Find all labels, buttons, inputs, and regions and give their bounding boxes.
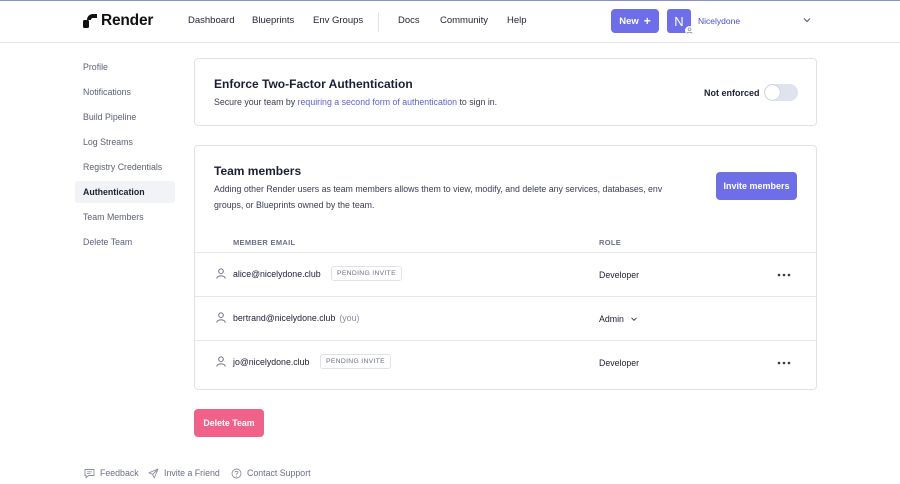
sidebar-item-team-members[interactable]: Team Members xyxy=(75,206,175,228)
invite-friend-link[interactable]: Invite a Friend xyxy=(148,466,220,480)
help-circle-icon xyxy=(231,468,242,478)
team-members-description: Adding other Render users as team member… xyxy=(214,184,663,210)
column-header-email: MEMBER EMAIL xyxy=(233,238,296,247)
new-button[interactable]: New + xyxy=(611,9,659,33)
user-icon xyxy=(216,312,226,323)
nav-help[interactable]: Help xyxy=(507,15,527,26)
nav-blueprints[interactable]: Blueprints xyxy=(252,15,294,26)
sidebar-item-build-pipeline[interactable]: Build Pipeline xyxy=(75,106,175,128)
invite-members-button[interactable]: Invite members xyxy=(716,172,797,200)
invite-friend-label: Invite a Friend xyxy=(164,468,220,478)
two-factor-title: Enforce Two-Factor Authentication xyxy=(214,77,413,91)
role-select[interactable]: Admin xyxy=(599,314,624,324)
sidebar-item-registry-credentials[interactable]: Registry Credentials xyxy=(75,156,175,178)
two-factor-desc-after: to sign in. xyxy=(457,97,498,107)
chevron-down-icon[interactable] xyxy=(802,15,812,25)
sidebar-item-log-streams[interactable]: Log Streams xyxy=(75,131,175,153)
sidebar-item-delete-team[interactable]: Delete Team xyxy=(75,231,175,253)
top-header: Render Dashboard Blueprints Env Groups D… xyxy=(0,1,900,43)
feedback-label: Feedback xyxy=(100,468,139,478)
sidebar-item-profile[interactable]: Profile xyxy=(75,56,175,78)
team-members-title: Team members xyxy=(214,164,302,178)
team-members-card: Team members Adding other Render users a… xyxy=(194,145,817,390)
sidebar-item-authentication[interactable]: Authentication xyxy=(75,181,175,203)
table-row: alice@nicelydone.club PENDING INVITE Dev… xyxy=(195,252,816,296)
plus-icon: + xyxy=(643,14,651,28)
two-factor-learn-link[interactable]: requiring a second form of authenticatio… xyxy=(298,97,457,107)
more-options-icon[interactable] xyxy=(777,361,791,365)
nav-docs[interactable]: Docs xyxy=(398,15,420,26)
pending-invite-badge: PENDING INVITE xyxy=(331,266,402,281)
table-row: bertrand@nicelydone.club (you) Admin xyxy=(195,296,816,340)
render-logo[interactable]: Render xyxy=(83,12,153,30)
member-role: Developer xyxy=(599,270,640,280)
user-badge-icon xyxy=(685,26,694,35)
chevron-down-icon[interactable] xyxy=(630,315,638,323)
account-name[interactable]: Nicelydone xyxy=(698,16,740,26)
logo-text: Render xyxy=(101,12,154,29)
enforce-status-label: Not enforced xyxy=(704,88,760,98)
column-header-role: ROLE xyxy=(599,238,622,247)
nav-community[interactable]: Community xyxy=(440,15,488,26)
delete-team-button[interactable]: Delete Team xyxy=(194,409,264,437)
pending-invite-badge: PENDING INVITE xyxy=(320,354,391,369)
feedback-link[interactable]: Feedback xyxy=(84,466,139,480)
chat-bubble-icon xyxy=(84,468,95,478)
member-role: Developer xyxy=(599,358,640,368)
more-options-icon[interactable] xyxy=(777,273,791,277)
user-icon xyxy=(216,268,226,279)
nav-env-groups[interactable]: Env Groups xyxy=(313,15,363,26)
contact-support-label: Contact Support xyxy=(247,468,311,478)
two-factor-card: Enforce Two-Factor Authentication Secure… xyxy=(194,58,817,126)
send-icon xyxy=(148,468,159,478)
member-email-text: bertrand@nicelydone.club xyxy=(233,313,336,323)
sidebar-item-notifications[interactable]: Notifications xyxy=(75,81,175,103)
contact-support-link[interactable]: Contact Support xyxy=(231,466,311,480)
nav-dashboard[interactable]: Dashboard xyxy=(188,15,234,26)
new-button-label: New xyxy=(619,15,639,27)
you-label: (you) xyxy=(339,313,360,323)
render-logo-icon xyxy=(83,14,97,28)
toggle-knob xyxy=(765,85,780,100)
nav-divider xyxy=(378,12,379,32)
avatar-initial: N xyxy=(674,13,684,29)
enforce-2fa-toggle[interactable] xyxy=(764,84,798,101)
two-factor-desc-before: Secure your team by xyxy=(214,97,298,107)
member-email: jo@nicelydone.club xyxy=(233,357,310,367)
member-email: alice@nicelydone.club xyxy=(233,269,321,279)
user-icon xyxy=(216,356,226,367)
member-email: bertrand@nicelydone.club (you) xyxy=(233,313,359,323)
two-factor-description: Secure your team by requiring a second f… xyxy=(214,94,497,110)
table-row: jo@nicelydone.club PENDING INVITE Develo… xyxy=(195,340,816,384)
